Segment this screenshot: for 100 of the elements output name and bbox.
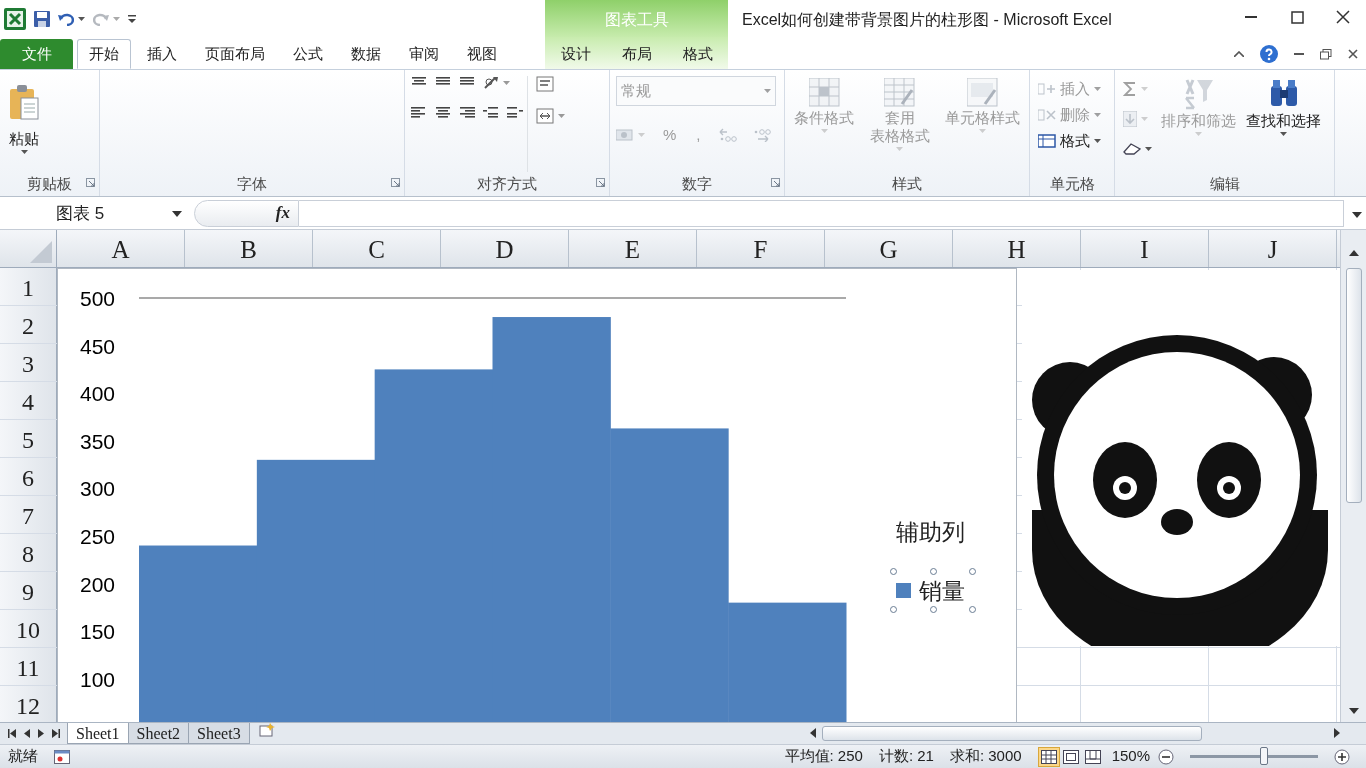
axis-label: 100 bbox=[79, 667, 115, 691]
ribbon-tab[interactable]: 数据 bbox=[339, 39, 393, 69]
axis-label: 450 bbox=[79, 334, 115, 358]
ribbon-tab[interactable]: 布局 bbox=[609, 39, 664, 69]
align-left-icon bbox=[411, 106, 427, 120]
row-header[interactable]: 3 bbox=[0, 344, 57, 381]
scrollbar-thumb[interactable] bbox=[822, 725, 1202, 741]
legend-label[interactable]: 销量 bbox=[919, 573, 965, 608]
column-header[interactable]: B bbox=[185, 230, 313, 267]
scroll-right-button[interactable] bbox=[1334, 728, 1340, 738]
row-header[interactable]: 11 bbox=[0, 648, 57, 685]
align-center-button[interactable] bbox=[435, 106, 451, 120]
column-header[interactable]: D bbox=[441, 230, 569, 267]
axis-label: 300 bbox=[79, 477, 115, 501]
previous-sheet-button[interactable] bbox=[24, 729, 30, 738]
align-left-button[interactable] bbox=[411, 106, 427, 120]
merge-center-button[interactable] bbox=[536, 108, 565, 124]
column-header[interactable]: F bbox=[697, 230, 825, 267]
zoom-in-button[interactable] bbox=[1334, 748, 1350, 765]
zoom-slider-thumb[interactable] bbox=[1260, 746, 1269, 765]
zoom-out-button[interactable] bbox=[1158, 748, 1174, 765]
formula-field[interactable] bbox=[299, 200, 1344, 227]
row-header[interactable]: 1 bbox=[0, 268, 57, 305]
ribbon-tab[interactable]: 页面布局 bbox=[193, 39, 277, 69]
selection-handle[interactable] bbox=[929, 567, 937, 575]
row-header[interactable]: 7 bbox=[0, 496, 57, 533]
row-header[interactable]: 2 bbox=[0, 306, 57, 343]
column-header[interactable]: C bbox=[313, 230, 441, 267]
window-title: Excel如何创建带背景图片的柱形图 - Microsoft Excel bbox=[741, 10, 1113, 30]
scrollbar-thumb[interactable] bbox=[1345, 268, 1362, 503]
caret-icon bbox=[638, 133, 645, 137]
collapse-ribbon-button[interactable] bbox=[1234, 51, 1244, 57]
save-button[interactable] bbox=[34, 11, 50, 27]
merge-center-icon bbox=[536, 108, 554, 124]
file-tab[interactable]: 文件 bbox=[0, 39, 73, 69]
scroll-left-button[interactable] bbox=[810, 728, 816, 738]
last-sheet-button[interactable] bbox=[52, 729, 60, 738]
decrease-indent-button[interactable] bbox=[483, 106, 499, 120]
dialog-launcher-icon[interactable] bbox=[86, 178, 95, 187]
close-workbook-button[interactable] bbox=[1348, 49, 1358, 59]
ribbon-tab[interactable]: 视图 bbox=[455, 39, 509, 69]
align-right-button[interactable] bbox=[459, 106, 475, 120]
excel-logo-icon[interactable] bbox=[4, 8, 26, 30]
insert-function-button[interactable]: fx bbox=[194, 200, 299, 227]
row-header[interactable]: 6 bbox=[0, 458, 57, 495]
normal-view-button[interactable] bbox=[1037, 746, 1060, 767]
chart-area[interactable]: 100 150 200 250 300 350 400 450 500 辅助列 销量 bbox=[57, 268, 1017, 722]
axis-label: 500 bbox=[79, 287, 115, 310]
row-header[interactable]: 4 bbox=[0, 382, 57, 419]
restore-workbook-button[interactable] bbox=[1320, 48, 1332, 60]
help-button[interactable] bbox=[1260, 45, 1278, 63]
status-stat: 平均值: 250 bbox=[784, 746, 863, 767]
dialog-launcher-icon[interactable] bbox=[771, 178, 780, 187]
ribbon-tab[interactable]: 开始 bbox=[77, 39, 131, 69]
row-header[interactable]: 5 bbox=[0, 420, 57, 457]
ribbon-tab[interactable]: 插入 bbox=[135, 39, 189, 69]
row-header[interactable]: 9 bbox=[0, 572, 57, 609]
zoom-out-icon bbox=[1158, 748, 1174, 765]
group-label: 对齐方式 bbox=[477, 175, 537, 192]
increase-decimal-icon bbox=[718, 128, 737, 142]
macro-record-icon[interactable] bbox=[54, 749, 70, 764]
ribbon-tab[interactable]: 格式 bbox=[670, 39, 725, 69]
scroll-right-icon bbox=[1334, 728, 1340, 738]
dialog-launcher-icon[interactable] bbox=[391, 178, 400, 187]
column-header[interactable]: G bbox=[825, 230, 953, 267]
sheet-tab[interactable]: Sheet2 bbox=[127, 723, 190, 744]
row-header[interactable]: 10 bbox=[0, 610, 57, 647]
ribbon-tab[interactable]: 审阅 bbox=[397, 39, 451, 69]
sheet-tab[interactable]: Sheet3 bbox=[188, 723, 250, 744]
selection-handle[interactable] bbox=[969, 606, 976, 613]
paste-button[interactable]: 粘贴 bbox=[6, 76, 42, 172]
align-right-icon bbox=[459, 106, 475, 120]
scroll-down-button[interactable] bbox=[1348, 708, 1359, 714]
column-header[interactable]: I bbox=[1081, 230, 1209, 267]
scroll-up-button[interactable] bbox=[1348, 250, 1359, 256]
row-header[interactable]: 8 bbox=[0, 534, 57, 571]
dialog-launcher-icon[interactable] bbox=[596, 178, 605, 187]
customize-button[interactable] bbox=[128, 15, 136, 23]
column-header[interactable]: A bbox=[57, 230, 185, 267]
column-header[interactable]: J bbox=[1209, 230, 1337, 267]
row-header[interactable]: 12 bbox=[0, 686, 57, 722]
orientation-button[interactable] bbox=[483, 76, 510, 90]
group-label: 数字 bbox=[682, 175, 712, 192]
format-cells-button[interactable]: 格式 bbox=[1036, 128, 1103, 154]
selection-handle[interactable] bbox=[929, 606, 937, 613]
increase-indent-button[interactable] bbox=[507, 106, 523, 120]
selection-handle[interactable] bbox=[890, 606, 897, 613]
legend-label[interactable]: 辅助列 bbox=[896, 515, 965, 550]
find-select-button[interactable]: 查找和选择 bbox=[1243, 76, 1324, 172]
ribbon-tab[interactable]: 设计 bbox=[548, 39, 603, 69]
first-sheet-button[interactable] bbox=[8, 729, 16, 738]
undo-button[interactable] bbox=[58, 12, 85, 26]
ribbon-tab[interactable]: 公式 bbox=[281, 39, 335, 69]
selection-handle[interactable] bbox=[969, 567, 976, 575]
name-box[interactable]: 图表 5 bbox=[0, 200, 190, 227]
column-header[interactable]: H bbox=[953, 230, 1081, 267]
sheet-tab[interactable]: Sheet1 bbox=[67, 723, 129, 744]
next-sheet-button[interactable] bbox=[38, 729, 44, 738]
selection-handle[interactable] bbox=[890, 567, 897, 575]
column-header[interactable]: E bbox=[569, 230, 697, 267]
